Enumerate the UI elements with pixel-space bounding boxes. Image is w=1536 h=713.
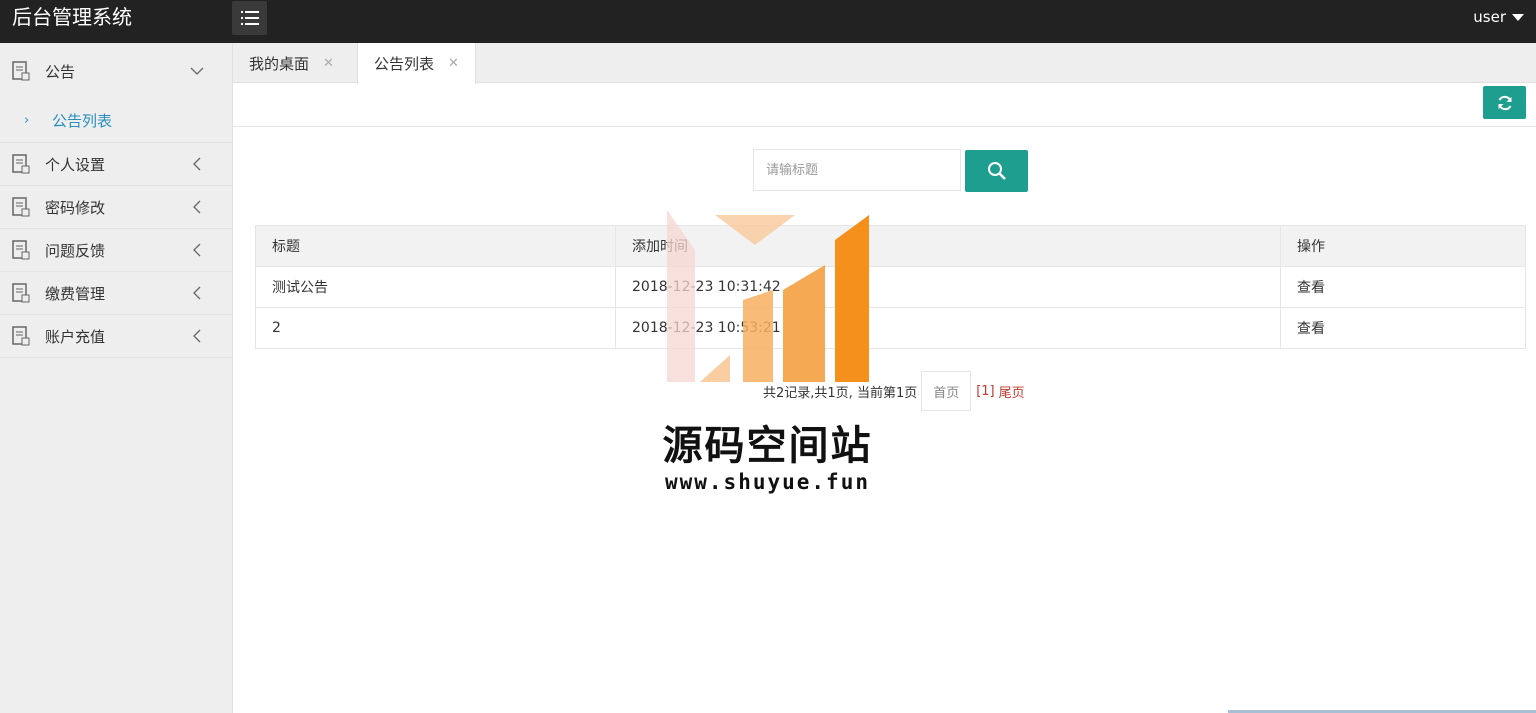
document-icon (12, 61, 30, 81)
content-toolbar (233, 83, 1536, 127)
page-1-link[interactable]: [1] (976, 384, 994, 399)
watermark-url: www.shuyue.fun (664, 470, 870, 494)
top-bar: 后台管理系统 user (0, 0, 1536, 43)
view-link[interactable]: 查看 (1280, 307, 1526, 349)
sidebar-item-label: 账户充值 (45, 327, 106, 346)
refresh-button[interactable] (1483, 86, 1526, 119)
notice-table: 标题 添加时间 操作 测试公告 2018-12-23 10:31:42 查看 2… (255, 225, 1526, 349)
column-header-title: 标题 (255, 225, 616, 267)
sidebar-item-label: 缴费管理 (45, 284, 106, 303)
first-page-button[interactable]: 首页 (921, 371, 972, 411)
watermark-title: 源码空间站 (662, 423, 873, 469)
table-header-row: 标题 添加时间 操作 (255, 225, 1526, 267)
sidebar-item-label: 密码修改 (45, 198, 106, 217)
column-header-time: 添加时间 (615, 225, 1281, 267)
search-input[interactable] (753, 149, 961, 191)
sidebar-item-feedback[interactable]: 问题反馈 (0, 229, 232, 272)
search-icon (987, 162, 1006, 180)
cell-time: 2018-12-23 10:53:21 (615, 307, 1281, 349)
sidebar-item-label: 问题反馈 (45, 241, 106, 260)
sidebar-subitem-notice-list[interactable]: › 公告列表 (0, 99, 232, 143)
chevron-left-icon (193, 329, 201, 343)
sidebar-item-payment[interactable]: 缴费管理 (0, 272, 232, 315)
table-row: 2 2018-12-23 10:53:21 查看 (255, 307, 1526, 349)
caret-down-icon (1512, 13, 1524, 21)
user-menu[interactable]: user (1473, 8, 1524, 26)
tab-bar: 我的桌面 ✕ 公告列表 ✕ (233, 43, 1536, 84)
chevron-left-icon (193, 157, 201, 171)
menu-icon (240, 11, 259, 25)
document-icon (12, 283, 30, 303)
sidebar-subitem-label: 公告列表 (52, 112, 113, 130)
table-row: 测试公告 2018-12-23 10:31:42 查看 (255, 266, 1526, 308)
sidebar-item-notice[interactable]: 公告 (0, 43, 232, 99)
pagination: 共2记录,共1页, 当前第1页 首页 [1] 尾页 (763, 371, 1025, 411)
sidebar-item-password[interactable]: 密码修改 (0, 186, 232, 229)
column-header-action: 操作 (1280, 225, 1526, 267)
refresh-icon (1498, 95, 1511, 110)
tab-notice-list[interactable]: 公告列表 ✕ (357, 43, 476, 84)
close-icon[interactable]: ✕ (448, 56, 459, 71)
tab-label: 我的桌面 (249, 54, 310, 73)
sidebar: 公告 › 公告列表 个人设置 密码修改 问题反馈 缴费管理 账户充值 (0, 43, 233, 713)
sidebar-item-label: 公告 (45, 62, 76, 81)
close-icon[interactable]: ✕ (323, 56, 334, 71)
last-page-link[interactable]: 尾页 (999, 382, 1025, 401)
cell-title: 测试公告 (255, 266, 616, 308)
cell-time: 2018-12-23 10:31:42 (615, 266, 1281, 308)
chevron-right-icon: › (24, 113, 30, 128)
chevron-left-icon (193, 286, 201, 300)
app-title: 后台管理系统 (12, 5, 132, 29)
search-button[interactable] (965, 150, 1028, 192)
chevron-down-icon (190, 67, 204, 75)
tab-desktop[interactable]: 我的桌面 ✕ (249, 43, 334, 83)
chevron-left-icon (193, 200, 201, 214)
view-link[interactable]: 查看 (1280, 266, 1526, 308)
document-icon (12, 326, 30, 346)
sidebar-item-label: 个人设置 (45, 155, 106, 174)
menu-toggle-button[interactable] (232, 1, 267, 35)
pagination-summary: 共2记录,共1页, 当前第1页 (763, 385, 918, 401)
tab-label: 公告列表 (374, 55, 435, 73)
document-icon (12, 197, 30, 217)
chevron-left-icon (193, 243, 201, 257)
document-icon (12, 240, 30, 260)
user-name: user (1473, 8, 1506, 26)
cell-title: 2 (255, 307, 616, 349)
sidebar-item-recharge[interactable]: 账户充值 (0, 315, 232, 358)
sidebar-item-personal-settings[interactable]: 个人设置 (0, 143, 232, 186)
document-icon (12, 154, 30, 174)
